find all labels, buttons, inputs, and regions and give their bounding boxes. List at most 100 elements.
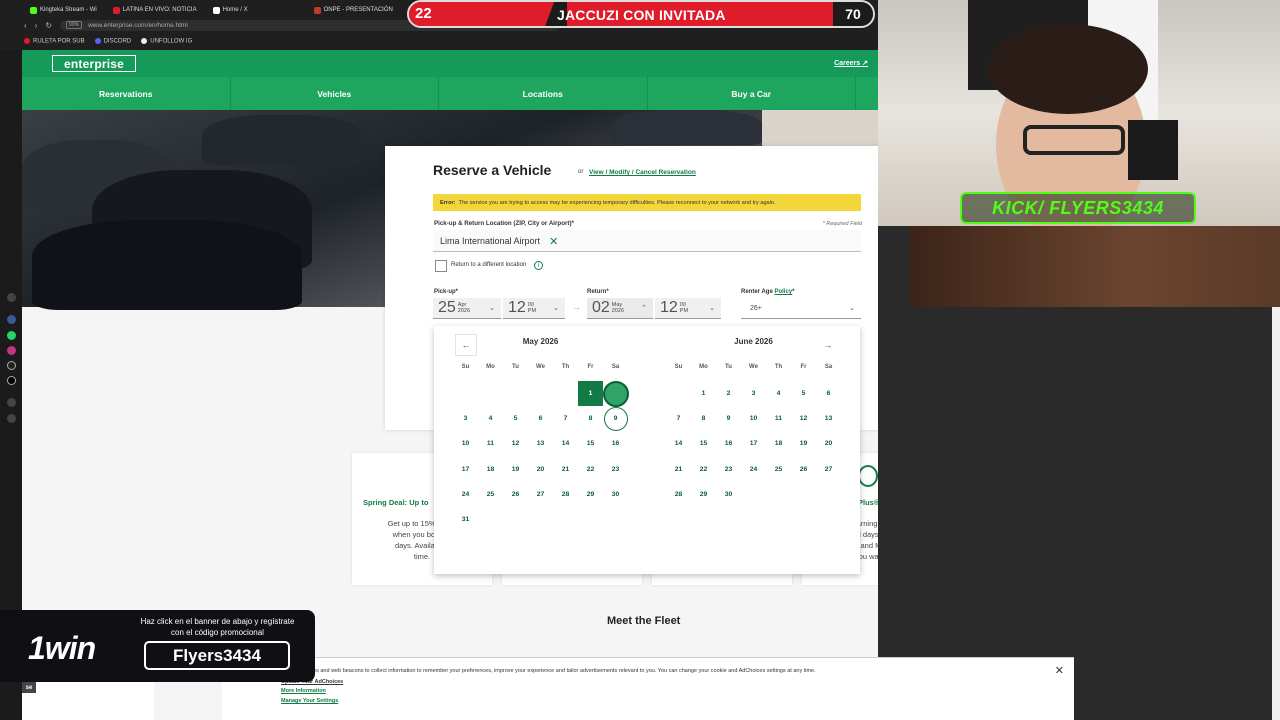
calendar-day[interactable]: 4 [478, 406, 503, 431]
calendar-day[interactable]: 1 [578, 381, 603, 407]
browser-tab[interactable]: LATINA EN VIVO: NOTICIA [107, 3, 203, 17]
instagram-icon[interactable] [7, 346, 16, 355]
calendar-day[interactable]: 17 [453, 457, 478, 482]
calendar-day[interactable]: 19 [503, 457, 528, 482]
calendar-day[interactable]: 26 [791, 457, 816, 482]
calendar-day[interactable]: 5 [791, 381, 816, 406]
calendar-day[interactable]: 16 [716, 431, 741, 456]
settings-icon[interactable] [7, 414, 16, 423]
calendar-day[interactable]: 6 [528, 406, 553, 431]
calendar-day[interactable]: 20 [528, 457, 553, 482]
pickup-date-select[interactable]: 25 Apr 2026 ⌄ [433, 298, 501, 319]
calendar-day[interactable]: 23 [603, 457, 628, 482]
calendar-day[interactable]: 30 [716, 482, 741, 507]
calendar-day[interactable]: 29 [691, 482, 716, 507]
calendar-day[interactable]: 28 [666, 482, 691, 507]
modify-reservation-link[interactable]: View / Modify / Cancel Reservation [589, 169, 696, 176]
calendar-day[interactable]: 8 [578, 406, 603, 431]
return-different-checkbox[interactable] [435, 260, 447, 272]
calendar-day[interactable]: 10 [453, 431, 478, 456]
calendar-day[interactable]: 2 [716, 381, 741, 406]
calendar-day[interactable]: 9 [716, 406, 741, 431]
calendar-day[interactable]: 23 [716, 457, 741, 482]
zoom-level[interactable]: 90% [66, 21, 83, 29]
calendar-day[interactable]: 30 [603, 482, 628, 507]
calendar-day[interactable]: 7 [666, 406, 691, 431]
return-date-select[interactable]: 02 May 2026 ⌃ [587, 298, 653, 319]
calendar-day[interactable]: 7 [553, 406, 578, 431]
browser-tab[interactable]: ONPE - PRESENTACIÓN [308, 3, 399, 17]
tiktok-icon[interactable] [7, 361, 16, 370]
browser-tab[interactable]: Kingteka Stream - Wi [24, 3, 103, 17]
enterprise-logo[interactable]: enterprise [52, 55, 136, 72]
calendar-day[interactable]: 14 [553, 431, 578, 456]
x-icon[interactable] [7, 376, 16, 385]
calendar-day[interactable]: 22 [578, 457, 603, 482]
more-info-link[interactable]: More Information [281, 688, 326, 694]
calendar-day[interactable]: 29 [578, 482, 603, 507]
calendar-day[interactable]: 25 [766, 457, 791, 482]
calendar-day[interactable]: 19 [791, 431, 816, 456]
calendar-day[interactable]: 24 [453, 482, 478, 507]
nav-locations[interactable]: Locations [439, 77, 648, 110]
nav-vehicles[interactable]: Vehicles [231, 77, 439, 110]
calendar-day[interactable]: 26 [503, 482, 528, 507]
location-input[interactable]: Lima International Airport ✕ [433, 230, 861, 252]
calendar-day[interactable]: 20 [816, 431, 841, 456]
calendar-day[interactable]: 10 [741, 406, 766, 431]
calendar-day[interactable]: 14 [666, 431, 691, 456]
calendar-day[interactable]: 17 [741, 431, 766, 456]
calendar-day[interactable]: 1 [691, 381, 716, 406]
calendar-day[interactable]: 22 [691, 457, 716, 482]
calendar-day[interactable]: 24 [741, 457, 766, 482]
messenger-icon[interactable] [7, 315, 16, 324]
pickup-time-select[interactable]: 12 00 PM ⌄ [503, 298, 565, 319]
browser-tab[interactable]: Home / X [207, 3, 254, 17]
calendar-day[interactable]: 13 [528, 431, 553, 456]
calendar-day[interactable] [602, 380, 629, 407]
close-icon[interactable]: ✕ [1055, 664, 1064, 677]
return-time-select[interactable]: 12 00 PM ⌄ [655, 298, 721, 319]
calendar-day[interactable]: 5 [503, 406, 528, 431]
calendar-day[interactable]: 12 [791, 406, 816, 431]
calendar-day[interactable]: 21 [553, 457, 578, 482]
history-icon[interactable] [7, 293, 16, 302]
clear-location-icon[interactable]: ✕ [549, 235, 558, 248]
back-icon[interactable]: ‹ [24, 21, 27, 30]
calendar-day[interactable]: 9 [603, 406, 628, 431]
calendar-day[interactable]: 12 [503, 431, 528, 456]
whatsapp-icon[interactable] [7, 331, 16, 340]
age-policy-link[interactable]: Policy [774, 289, 792, 295]
careers-link[interactable]: Careers ↗ [834, 59, 868, 67]
info-icon[interactable]: i [534, 261, 543, 270]
calendar-day[interactable]: 3 [453, 406, 478, 431]
calendar-day[interactable]: 11 [766, 406, 791, 431]
renter-age-select[interactable]: 26+ ⌄ [741, 298, 861, 319]
reload-icon[interactable]: ↻ [45, 21, 52, 30]
calendar-day[interactable]: 27 [816, 457, 841, 482]
calendar-day[interactable]: 31 [453, 507, 478, 532]
clock-icon[interactable] [7, 398, 16, 407]
nav-reservations[interactable]: Reservations [22, 77, 231, 110]
forward-icon[interactable]: › [35, 21, 38, 30]
bookmark-item[interactable]: DISCORD [94, 37, 131, 44]
nav-buy-a-car[interactable]: Buy a Car [648, 77, 856, 110]
calendar-day[interactable]: 25 [478, 482, 503, 507]
sponsor-banner[interactable]: 1win Haz click en el banner de abajo y r… [0, 610, 315, 682]
calendar-day[interactable]: 4 [766, 381, 791, 406]
calendar-day[interactable]: 6 [816, 381, 841, 406]
calendar-day[interactable]: 15 [578, 431, 603, 456]
calendar-day[interactable]: 8 [691, 406, 716, 431]
calendar-day[interactable]: 11 [478, 431, 503, 456]
calendar-day[interactable]: 18 [766, 431, 791, 456]
calendar-day[interactable]: 21 [666, 457, 691, 482]
bookmark-item[interactable]: RULETA POR SUB [24, 37, 85, 44]
calendar-day[interactable]: 16 [603, 431, 628, 456]
manage-settings-link[interactable]: Manage Your Settings [281, 698, 338, 704]
calendar-day[interactable]: 15 [691, 431, 716, 456]
calendar-day[interactable]: 3 [741, 381, 766, 406]
calendar-day[interactable]: 28 [553, 482, 578, 507]
calendar-day[interactable]: 13 [816, 406, 841, 431]
calendar-day[interactable]: 18 [478, 457, 503, 482]
bookmark-item[interactable]: UNFOLLOW IG [141, 37, 192, 44]
